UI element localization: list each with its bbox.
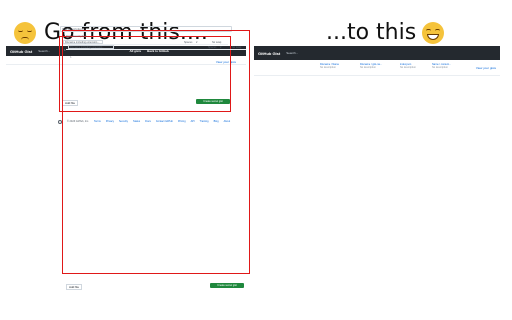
search-input[interactable]: Search... <box>286 51 298 55</box>
grinning-face-icon <box>422 21 445 44</box>
filename-input[interactable]: Filename including extension... <box>68 45 114 49</box>
wrap-mode-select[interactable]: No wrap <box>232 46 241 49</box>
description-input[interactable]: Gist description... <box>66 34 89 38</box>
recent-gist-item[interactable]: Filename / gist-na... No description <box>360 63 382 69</box>
after-screenshot: GitHub Gist Search... Filename / Name No… <box>254 46 500 300</box>
recent-gist-item[interactable]: Name / content... No description <box>432 63 451 69</box>
create-secret-gist-button[interactable]: Create secret gist <box>210 283 244 288</box>
line-number: 1 <box>70 55 72 59</box>
gist-logo[interactable]: GitHub Gist <box>10 49 32 54</box>
gist-header: GitHub Gist Search... <box>254 46 500 60</box>
recent-gist-sub: No description <box>432 66 448 69</box>
search-input[interactable]: Search... <box>38 49 50 53</box>
indent-size-select[interactable]: 2 <box>220 46 221 49</box>
recent-gist-sub: No description <box>400 66 416 69</box>
indent-mode-select[interactable]: Spaces <box>208 46 216 49</box>
view-gists-link[interactable]: View your gists <box>476 66 496 70</box>
editor-highlight-box <box>62 30 250 274</box>
after-caption: ...to this <box>326 20 445 45</box>
recent-gist-sub: No description <box>360 66 376 69</box>
pensive-face-icon <box>14 21 36 44</box>
recent-gist-item[interactable]: index.json No description <box>400 63 416 69</box>
after-caption-text: ...to this <box>326 20 417 45</box>
recent-gist-item[interactable]: Filename / Name No description <box>320 63 339 69</box>
add-file-button[interactable]: Add file <box>66 284 83 290</box>
recent-gist-sub: No description <box>320 66 336 69</box>
recent-gists-bar: Filename / Name No description Filename … <box>254 60 500 76</box>
gist-logo[interactable]: GitHub Gist <box>258 51 280 56</box>
